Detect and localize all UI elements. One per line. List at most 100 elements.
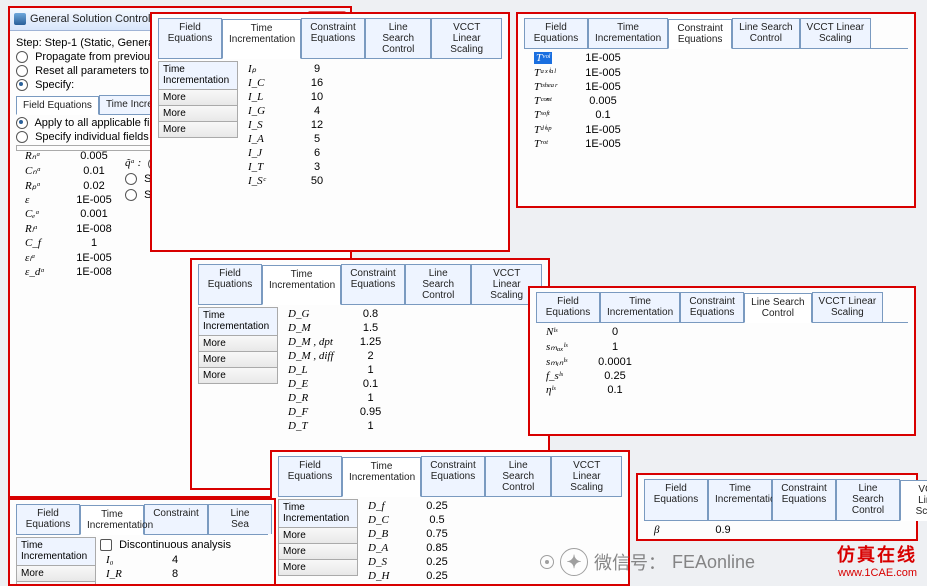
more-button[interactable]: More [198, 351, 278, 368]
dg-table: D_G0.8D_M1.5D_M , dpt1.25D_M , diff2D_L1… [282, 307, 402, 433]
table-row: Tᵃˣⁱᵃˡ1E-005 [528, 65, 634, 80]
table-row: D_M1.5 [282, 321, 402, 335]
table-row: Nˡˢ0 [540, 325, 646, 339]
radio-spec-t0[interactable] [125, 173, 137, 185]
radio-specify[interactable] [16, 79, 28, 91]
tab-vcct[interactable]: VCCT LinearScaling [800, 18, 872, 48]
tab-vcct[interactable]: VCCT LinearScaling [431, 18, 502, 58]
tab-vcct[interactable]: VCCT LinearScaling [551, 456, 622, 496]
tvol-table: Tᵛᵒˡ1E-005Tᵃˣⁱᵃˡ1E-005Tᵗˢʰᵉᵃʳ1E-005Tᶜᵒⁿᵗ… [528, 51, 634, 151]
table-row: Tᵛᵒˡ1E-005 [528, 51, 634, 65]
label-specify: Specify: [35, 79, 74, 91]
label-reset: Reset all parameters to th [35, 65, 161, 77]
tab-field[interactable]: FieldEquations [536, 292, 600, 322]
radio-specify-indiv[interactable] [16, 131, 28, 143]
table-row: Iₚ9 [242, 61, 348, 76]
table-row: D_G0.8 [282, 307, 402, 321]
tab-time[interactable]: TimeIncrementation [588, 18, 668, 48]
step-value: Step-1 (Static, Genera [45, 37, 154, 49]
label-apply-all: Apply to all applicable fi [34, 117, 149, 129]
field-tolerance-table: Rₙᵅ0.005Cₙᵅ0.01Rₚᵅ0.02ε1E-005Cₑᵅ0.001Rₗᵅ… [19, 148, 125, 279]
more-button[interactable]: More [158, 121, 238, 138]
step-label: Step: [16, 37, 42, 49]
i0-table: I₀4I_R8 [100, 553, 206, 581]
more-button[interactable]: More [158, 89, 238, 106]
label-discontinuous: Discontinuous analysis [119, 539, 231, 551]
tab-field-equations[interactable]: Field Equations [16, 96, 99, 115]
table-row: D_A0.85 [362, 541, 468, 555]
tab-line[interactable]: Line SearchControl [365, 18, 431, 58]
tab-line[interactable]: Line SearchControl [405, 264, 471, 304]
more-button[interactable]: More [278, 559, 358, 576]
tab-constr[interactable]: ConstraintEquations [680, 292, 744, 322]
label-propagate: Propagate from previous [35, 51, 155, 63]
df-table: D_f0.25D_C0.5D_B0.75D_A0.85D_S0.25D_H0.2… [362, 499, 468, 586]
table-row: I_T3 [242, 160, 348, 174]
tab-line[interactable]: Line SearchControl [744, 293, 811, 323]
table-row: I_L10 [242, 90, 348, 104]
tab-time[interactable]: TimeIncrementation [708, 479, 772, 520]
tab-field[interactable]: FieldEquations [644, 479, 708, 520]
table-row: D_T1 [282, 419, 402, 433]
tab-constr[interactable]: ConstraintEquations [301, 18, 365, 58]
table-row: I_S12 [242, 118, 348, 132]
table-row: D_f0.25 [362, 499, 468, 513]
more-button[interactable]: More [198, 335, 278, 352]
tab-field[interactable]: FieldEquations [16, 504, 80, 534]
tab-constr[interactable]: ConstraintEquations [772, 479, 836, 520]
tab-time[interactable]: TimeIncrementation [342, 457, 421, 497]
table-row: Tʳᵒᵗ1E-005 [528, 137, 634, 151]
more-button[interactable]: More [16, 581, 96, 586]
tab-constr[interactable]: ConstraintEquations [341, 264, 405, 304]
table-row: Cₑᵅ0.001 [19, 207, 125, 221]
table-row: I_Sᶜ50 [242, 174, 348, 188]
more-button[interactable]: More [158, 105, 238, 122]
tab-constr[interactable]: ConstraintEquations [668, 19, 732, 49]
tab-vcct[interactable]: VCCT LinearScaling [812, 292, 884, 322]
table-row: D_M , diff2 [282, 349, 402, 363]
table-row: sₘᵢₙˡˢ0.0001 [540, 354, 646, 369]
brand-footer: 仿真在线 www.1CAE.com [837, 545, 917, 580]
tab-field[interactable]: FieldEquations [524, 18, 588, 48]
qalpha-label: q̃ᵃ : [125, 157, 141, 169]
table-row: D_S0.25 [362, 555, 468, 569]
checkbox-discontinuous[interactable] [100, 539, 112, 551]
more-button[interactable]: More [198, 367, 278, 384]
tab-time[interactable]: TimeIncrementation [80, 505, 144, 535]
side-label-time-inc: Time Incrementation [16, 537, 96, 566]
tab-line[interactable]: Line SearchControl [836, 479, 900, 520]
tab-time[interactable]: TimeIncrementation [222, 19, 301, 59]
radio-propagate[interactable] [16, 51, 28, 63]
tab-field[interactable]: FieldEquations [278, 456, 342, 496]
radio-reset[interactable] [16, 65, 28, 77]
table-row: Rₗᵅ1E-008 [19, 221, 125, 236]
side-label-time-inc: Time Incrementation [198, 307, 278, 336]
table-row: C_f1 [19, 236, 125, 250]
table-row: I_R8 [100, 567, 206, 581]
more-button[interactable]: More [16, 565, 96, 582]
tab-field[interactable]: FieldEquations [158, 18, 222, 58]
tab-line[interactable]: Line SearchControl [485, 456, 551, 496]
tab-constr[interactable]: ConstraintEquations [421, 456, 485, 496]
table-row: Tᵈⁱˢᵖ1E-005 [528, 122, 634, 137]
table-row: I_J6 [242, 146, 348, 160]
table-row: D_M , dpt1.25 [282, 335, 402, 349]
tab-line[interactable]: LineSea [208, 504, 272, 534]
table-row: ε_dᵅ1E-008 [19, 265, 125, 279]
tab-constr[interactable]: Constraint [144, 504, 208, 534]
ls-table: Nˡˢ0sₘₐₓˡˢ1sₘᵢₙˡˢ0.0001f_sˡˢ0.25ηˡˢ0.1 [540, 325, 646, 397]
more-button[interactable]: More [278, 543, 358, 560]
table-row: Rₚᵅ0.02 [19, 178, 125, 193]
table-row: Rₙᵅ0.005 [19, 148, 125, 163]
table-row: β0.9 [648, 523, 754, 537]
tab-field[interactable]: FieldEquations [198, 264, 262, 304]
tab-time[interactable]: TimeIncrementation [262, 265, 341, 305]
radio-apply-all[interactable] [16, 117, 28, 129]
tab-time[interactable]: TimeIncrementation [600, 292, 680, 322]
tab-line[interactable]: Line SearchControl [732, 18, 799, 48]
table-row: I_A5 [242, 132, 348, 146]
table-row: Tᶜᵒⁿᵗ0.005 [528, 94, 634, 108]
more-button[interactable]: More [278, 527, 358, 544]
radio-spec-all[interactable] [125, 189, 137, 201]
tab-vcct[interactable]: VCCT LinearScaling [900, 480, 927, 521]
